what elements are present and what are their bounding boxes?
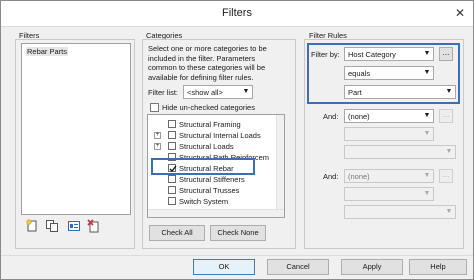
and-value-dropdown-2[interactable]: ▼ xyxy=(344,205,456,219)
title-bar: Filters ✕ xyxy=(1,1,473,27)
chevron-down-icon: ▼ xyxy=(445,148,453,155)
filter-item-rebar-parts[interactable]: Rebar Parts xyxy=(26,47,69,56)
chevron-down-icon: ▼ xyxy=(242,88,250,95)
ok-button[interactable]: OK xyxy=(193,259,255,275)
filters-dialog: Filters ✕ Filters Rebar Parts Categories… xyxy=(0,0,474,280)
new-filter-icon[interactable] xyxy=(25,219,39,233)
and-label-2: And: xyxy=(323,172,339,181)
and-ellipsis-button-1[interactable]: ... xyxy=(439,109,453,123)
cancel-button[interactable]: Cancel xyxy=(267,259,329,275)
horizontal-scrollbar[interactable] xyxy=(148,209,284,217)
help-button[interactable]: Help xyxy=(409,259,467,275)
rule-highlight xyxy=(307,43,460,104)
category-checkbox[interactable] xyxy=(168,197,176,205)
expand-plus-icon[interactable]: + xyxy=(154,132,161,139)
and-operator-dropdown-2[interactable]: ▼ xyxy=(344,187,434,201)
check-all-button[interactable]: Check All xyxy=(149,225,205,241)
and-dropdown-2[interactable]: (none) ▼ xyxy=(344,169,434,183)
duplicate-filter-icon[interactable] xyxy=(45,219,59,233)
apply-button[interactable]: Apply xyxy=(341,259,403,275)
filter-list-dropdown[interactable]: <show all> ▼ xyxy=(183,85,253,99)
chevron-down-icon: ▼ xyxy=(423,172,431,179)
rename-filter-icon[interactable] xyxy=(67,219,81,233)
close-button[interactable]: ✕ xyxy=(451,5,469,21)
category-checkbox[interactable] xyxy=(168,142,176,150)
vertical-scrollbar[interactable] xyxy=(276,115,284,209)
category-label: Structural Framing xyxy=(179,120,241,129)
chevron-down-icon: ▼ xyxy=(423,130,431,137)
and-ellipsis-button-2[interactable]: ... xyxy=(439,169,453,183)
and-value-dropdown-1[interactable]: ▼ xyxy=(344,145,456,159)
chevron-down-icon: ▼ xyxy=(445,208,453,215)
category-label: Switch System xyxy=(179,197,229,206)
chevron-down-icon: ▼ xyxy=(423,112,431,119)
filter-list-label: Filter list: xyxy=(148,88,178,97)
and-operator-dropdown-1[interactable]: ▼ xyxy=(344,127,434,141)
filters-list[interactable]: Rebar Parts xyxy=(21,43,131,215)
category-label: Structural Trusses xyxy=(179,186,240,195)
category-checkbox[interactable] xyxy=(168,175,176,183)
chevron-down-icon: ▼ xyxy=(423,190,431,197)
footer-separator xyxy=(1,255,473,256)
selection-highlight xyxy=(151,158,255,175)
category-label: Structural Loads xyxy=(179,142,234,151)
and-label-1: And: xyxy=(323,112,339,121)
category-checkbox[interactable] xyxy=(168,186,176,194)
hide-unchecked-label: Hide un-checked categories xyxy=(162,103,255,112)
category-label: Structural Stiffeners xyxy=(179,175,245,184)
categories-description: Select one or more categories to be incl… xyxy=(148,44,267,82)
and-value-1: (none) xyxy=(348,112,370,121)
category-checkbox[interactable] xyxy=(168,120,176,128)
delete-filter-icon[interactable] xyxy=(87,219,101,233)
hide-unchecked-checkbox[interactable] xyxy=(150,103,159,112)
window-title: Filters xyxy=(222,7,252,19)
and-dropdown-1[interactable]: (none) ▼ xyxy=(344,109,434,123)
category-checkbox[interactable] xyxy=(168,131,176,139)
category-label: Structural Internal Loads xyxy=(179,131,261,140)
and-value-2: (none) xyxy=(348,172,370,181)
check-none-button[interactable]: Check None xyxy=(210,225,266,241)
filter-list-value: <show all> xyxy=(187,88,223,97)
expand-plus-icon[interactable]: + xyxy=(154,143,161,150)
